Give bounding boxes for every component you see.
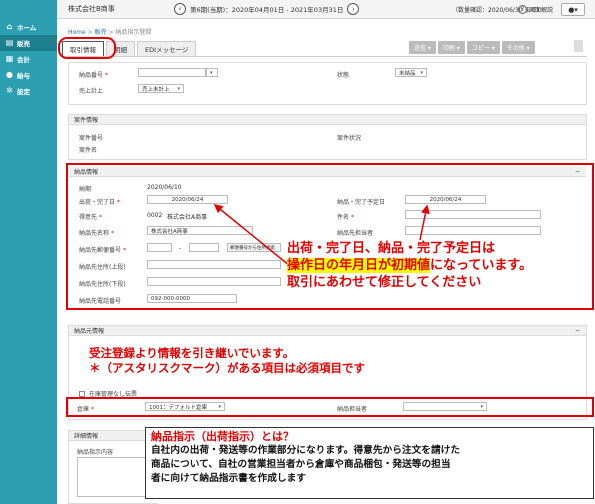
callout-line: 受注登録より情報を引き継いでいます。 bbox=[89, 346, 295, 360]
callout-highlight: 操作日の年月日が初期値 bbox=[287, 258, 431, 273]
arrow-to-deliv-date bbox=[419, 204, 430, 241]
info-box-line: 者に向けて納品指示書を作成します bbox=[151, 473, 306, 484]
callout-line: 出荷・完了日、納品・完了予定日は bbox=[287, 241, 496, 256]
callout-line: 取引にあわせて修正してください bbox=[287, 275, 482, 290]
callout-line: 操作日の年月日が初期値になっています。 bbox=[287, 257, 532, 274]
info-box-line: 自社内の出荷・発送等の作業部分になります。得意先から注文を請けた bbox=[151, 445, 461, 456]
info-box-line: 商品について、自社の営業担当者から倉庫や商品梱包・発送等の担当 bbox=[151, 459, 451, 470]
info-box-title: 納品指示（出荷指示）とは？ bbox=[151, 430, 294, 443]
info-box-delivery-instruction: 納品指示（出荷指示）とは？ 自社内の出荷・発送等の作業部分になります。得意先から… bbox=[145, 427, 594, 499]
callout-text: になっています。 bbox=[430, 258, 533, 273]
callout-inherited-info: 受注登録より情報を引き継いでいます。 ＊（アスタリスクマーク）がある項目は必須項… bbox=[89, 346, 365, 376]
callout-line: ＊（アスタリスクマーク）がある項目は必須項目です bbox=[89, 361, 365, 375]
callout-default-date: 出荷・完了日、納品・完了予定日は 操作日の年月日が初期値になっています。 取引に… bbox=[287, 240, 532, 291]
arrow-to-ship-date bbox=[213, 204, 291, 267]
